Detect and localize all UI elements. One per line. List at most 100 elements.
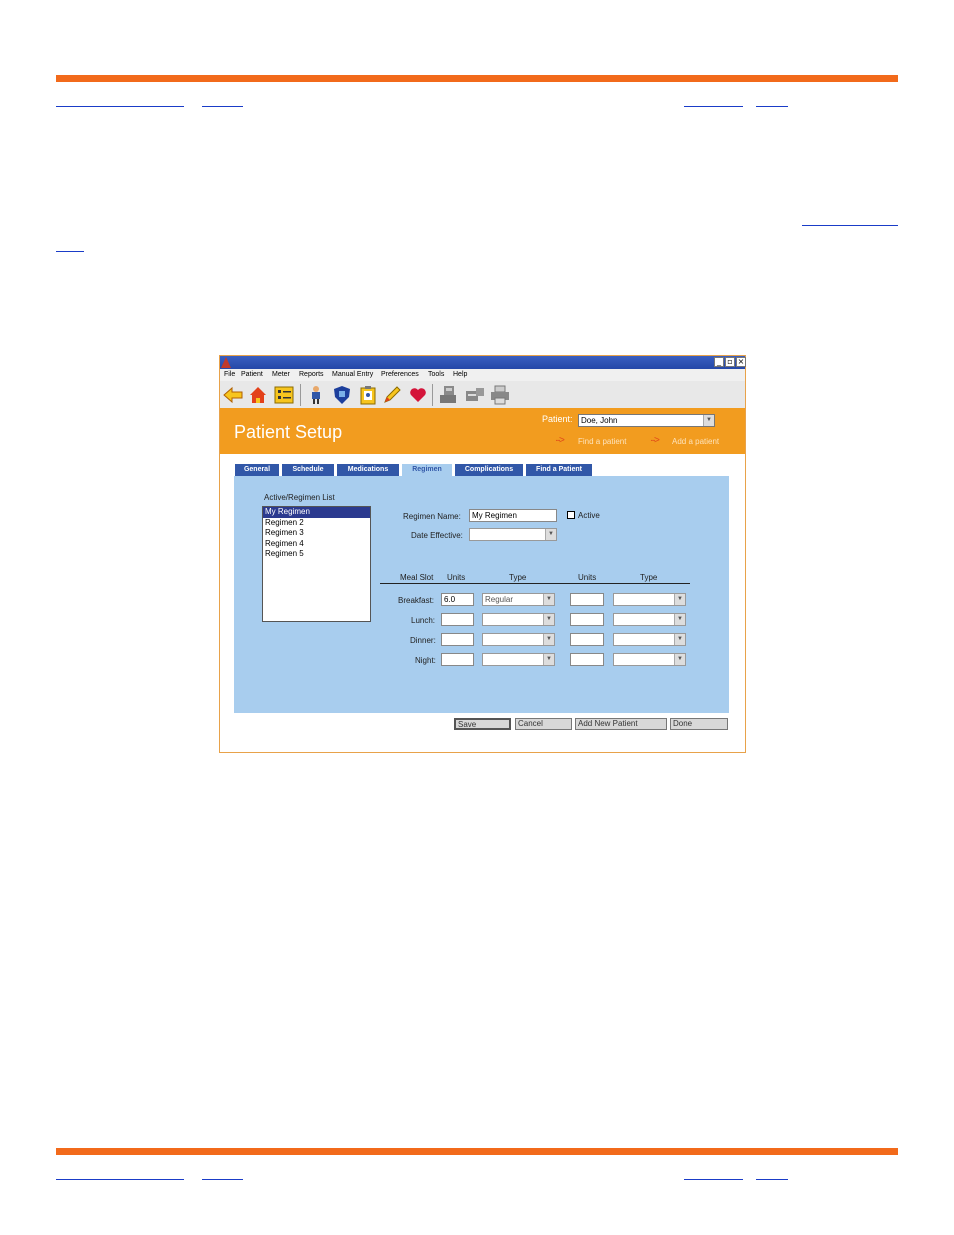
doc-link-inline-cont[interactable] [56, 251, 84, 252]
pencil-icon[interactable] [382, 385, 402, 405]
breakfast-units-1[interactable]: 6.0 [441, 593, 474, 606]
col-units-2: Units [578, 573, 597, 582]
tab-find-a-patient[interactable]: Find a Patient [526, 464, 592, 476]
checklist-icon[interactable] [274, 385, 294, 405]
menu-patient[interactable]: Patient [241, 371, 263, 378]
active-label: Active [578, 511, 600, 520]
chevron-down-icon[interactable]: ▼ [545, 529, 556, 540]
chevron-down-icon[interactable]: ▼ [543, 614, 554, 625]
toolbar-separator [300, 384, 301, 406]
breakfast-type-1-value: Regular [485, 595, 514, 604]
doc-link-previous-bottom[interactable] [684, 1179, 743, 1180]
chevron-down-icon[interactable]: ▼ [703, 415, 714, 426]
night-type-2[interactable]: ▼ [613, 653, 686, 666]
date-effective-select[interactable]: ▼ [469, 528, 557, 541]
lunch-type-2[interactable]: ▼ [613, 613, 686, 626]
list-item[interactable]: Regimen 5 [263, 549, 370, 560]
doc-link-inline[interactable] [802, 225, 898, 226]
night-units-1[interactable] [441, 653, 474, 666]
breakfast-type-2[interactable]: ▼ [613, 593, 686, 606]
tab-complications[interactable]: Complications [455, 464, 523, 476]
regimen-panel: Active/Regimen List My Regimen Regimen 2… [234, 476, 729, 713]
breakfast-units-2[interactable] [570, 593, 604, 606]
tab-medications[interactable]: Medications [337, 464, 399, 476]
doc-link-next[interactable] [756, 106, 788, 107]
col-units-1: Units [447, 573, 466, 582]
chevron-down-icon[interactable]: ▼ [674, 654, 685, 665]
date-effective-label: Date Effective: [411, 531, 463, 540]
shield-icon[interactable] [332, 385, 352, 405]
regimen-list-label: Active/Regimen List [264, 493, 335, 502]
back-arrow-icon[interactable] [223, 385, 243, 405]
menu-help[interactable]: Help [453, 371, 467, 378]
title-bar: _ ▫ × [220, 356, 746, 369]
night-type-1[interactable]: ▼ [482, 653, 555, 666]
chevron-down-icon[interactable]: ▼ [674, 594, 685, 605]
row-label-lunch: Lunch: [411, 616, 436, 625]
device-icon[interactable] [464, 385, 484, 405]
close-button[interactable]: × [736, 357, 746, 367]
lunch-units-1[interactable] [441, 613, 474, 626]
chevron-down-icon[interactable]: ▼ [543, 634, 554, 645]
menu-tools[interactable]: Tools [428, 371, 444, 378]
add-new-patient-button[interactable]: Add New Patient [575, 718, 667, 730]
regimen-name-field[interactable]: My Regimen [469, 509, 557, 522]
tab-schedule[interactable]: Schedule [282, 464, 334, 476]
list-item[interactable]: Regimen 4 [263, 539, 370, 550]
minimize-button[interactable]: _ [714, 357, 724, 367]
cancel-button[interactable]: Cancel [515, 718, 572, 730]
meter-icon[interactable] [438, 385, 458, 405]
find-patient-link[interactable]: Find a patient [578, 437, 626, 446]
doc-link-previous[interactable] [684, 106, 743, 107]
chevron-down-icon[interactable]: ▼ [674, 634, 685, 645]
menu-file[interactable]: File [224, 371, 235, 378]
chevron-down-icon[interactable]: ▼ [543, 594, 554, 605]
active-checkbox[interactable] [567, 511, 575, 519]
list-item[interactable]: Regimen 3 [263, 528, 370, 539]
patient-select-value: Doe, John [581, 416, 618, 425]
bottom-orange-rule [56, 1148, 898, 1155]
clipboard-icon[interactable] [358, 385, 378, 405]
home-icon[interactable] [248, 385, 268, 405]
menu-meter[interactable]: Meter [272, 371, 290, 378]
lunch-units-2[interactable] [570, 613, 604, 626]
app-logo-icon [221, 357, 231, 368]
dinner-type-2[interactable]: ▼ [613, 633, 686, 646]
lunch-type-1[interactable]: ▼ [482, 613, 555, 626]
chevron-down-icon[interactable]: ▼ [674, 614, 685, 625]
add-patient-link[interactable]: Add a patient [672, 437, 719, 446]
done-button[interactable]: Done [670, 718, 728, 730]
maximize-button[interactable]: ▫ [725, 357, 735, 367]
night-units-2[interactable] [570, 653, 604, 666]
menu-reports[interactable]: Reports [299, 371, 324, 378]
tab-general[interactable]: General [235, 464, 279, 476]
patient-select[interactable]: Doe, John ▼ [578, 414, 715, 427]
patient-icon[interactable] [306, 385, 326, 405]
regimen-listbox[interactable]: My Regimen Regimen 2 Regimen 3 Regimen 4… [262, 506, 371, 622]
row-label-breakfast: Breakfast: [398, 596, 435, 605]
app-window: _ ▫ × File Patient Meter Reports Manual … [219, 355, 746, 753]
doc-link-toc[interactable] [56, 106, 184, 107]
heart-icon[interactable] [408, 385, 428, 405]
menu-manual-entry[interactable]: Manual Entry [332, 371, 373, 378]
page-title: Patient Setup [234, 422, 343, 442]
list-item[interactable]: My Regimen [263, 507, 370, 518]
printer-icon[interactable] [490, 385, 510, 405]
tab-regimen[interactable]: Regimen [402, 464, 452, 476]
list-item[interactable]: Regimen 2 [263, 518, 370, 529]
doc-link-index-bottom[interactable] [202, 1179, 243, 1180]
menu-preferences[interactable]: Preferences [381, 371, 419, 378]
column-divider [380, 583, 690, 584]
doc-link-index[interactable] [202, 106, 243, 107]
chevron-down-icon[interactable]: ▼ [543, 654, 554, 665]
doc-link-next-bottom[interactable] [756, 1179, 788, 1180]
dinner-units-2[interactable] [570, 633, 604, 646]
dinner-units-1[interactable] [441, 633, 474, 646]
doc-link-toc-bottom[interactable] [56, 1179, 184, 1180]
patient-label: Patient: [542, 414, 573, 424]
breakfast-type-1[interactable]: Regular ▼ [482, 593, 555, 606]
save-button[interactable]: Save [454, 718, 511, 730]
arrow-right-icon: ···> [650, 435, 660, 446]
toolbar-separator [432, 384, 433, 406]
dinner-type-1[interactable]: ▼ [482, 633, 555, 646]
